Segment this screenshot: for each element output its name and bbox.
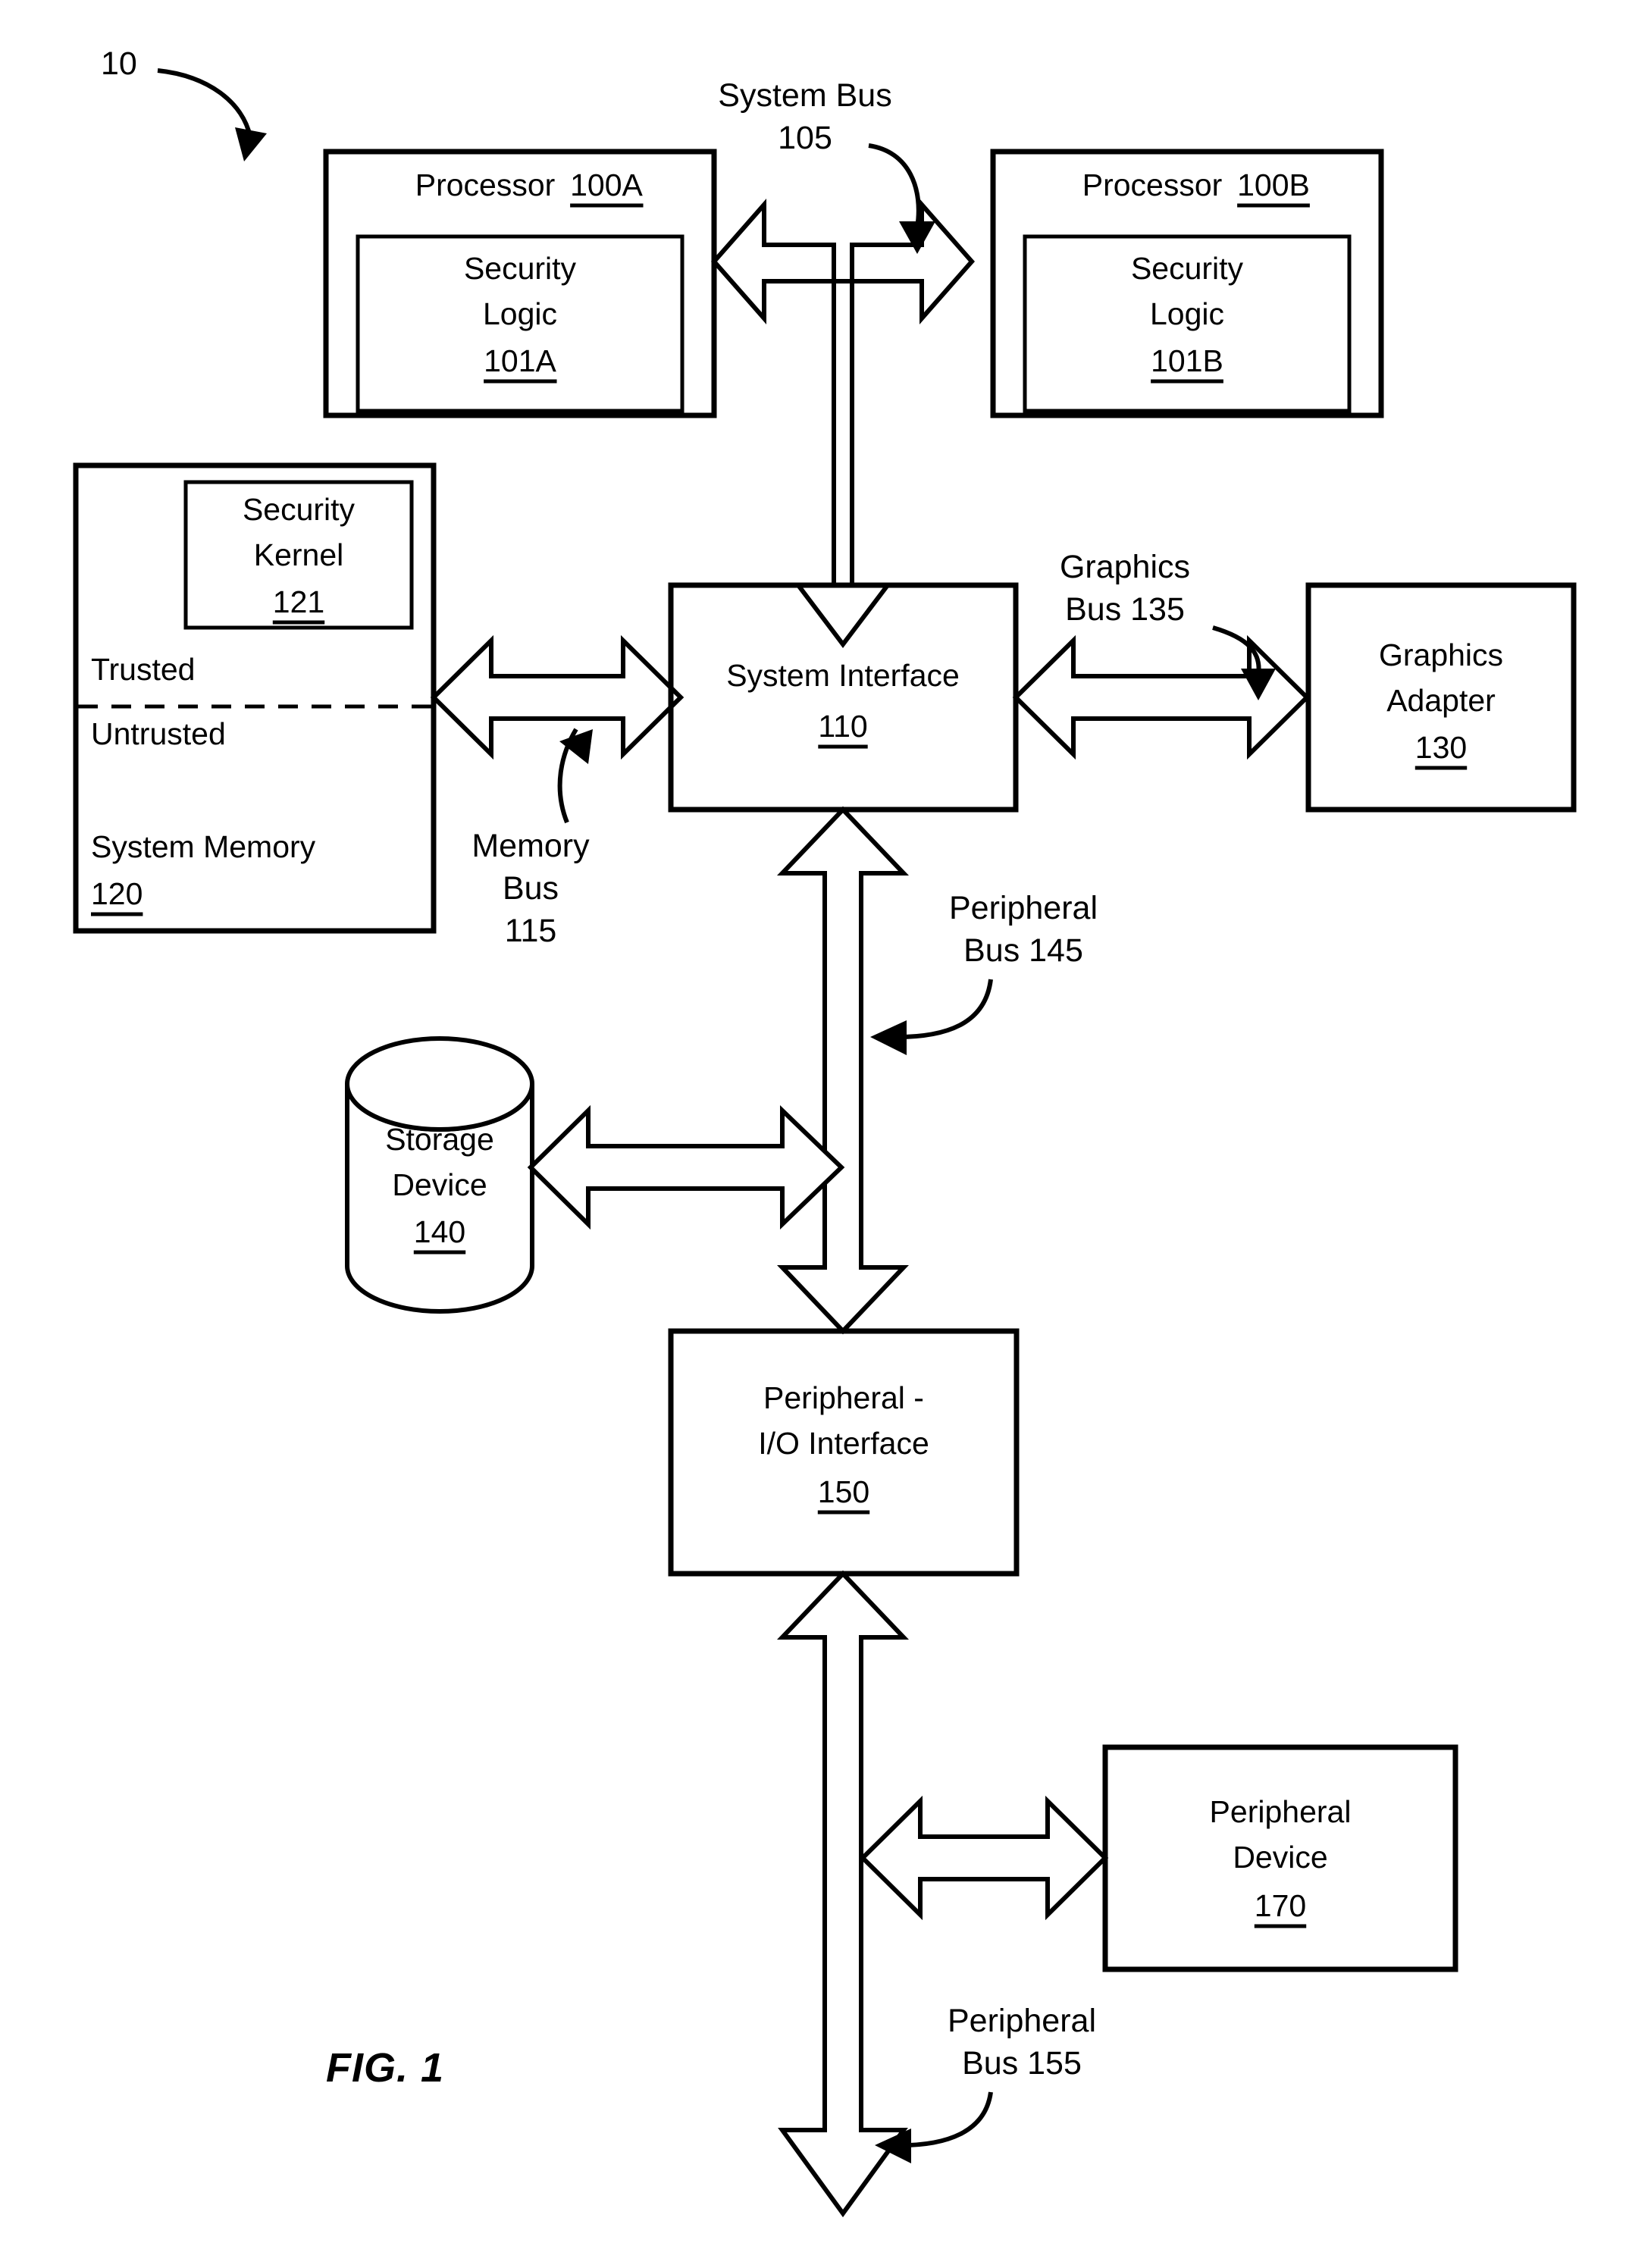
- peripheral-bus-145-label-line2: Bus 145: [963, 932, 1083, 969]
- peripheral-device-line1: Peripheral: [1210, 1794, 1352, 1829]
- processor-a-title: Processor: [415, 168, 556, 202]
- processor-b-inner-line1: Security: [1131, 251, 1244, 286]
- storage-bus-arrow: [527, 1104, 845, 1230]
- graphics-bus-label-line2: Bus 135: [1065, 591, 1185, 628]
- graphics-adapter-line1: Graphics: [1379, 637, 1503, 672]
- memory-bus-leader: [557, 728, 593, 824]
- system-bus-leader: [868, 143, 935, 254]
- memory-bus-arrow: [430, 634, 685, 760]
- peripheral-device-bus-arrow: [859, 1795, 1109, 1921]
- peripheral-bus-145-arrow: [777, 806, 909, 1335]
- figure-caption: FIG. 1: [326, 2045, 444, 2091]
- untrusted-label: Untrusted: [91, 716, 226, 751]
- system-memory-title: System Memory: [91, 829, 316, 864]
- memory-bus-label-line1: Memory: [471, 828, 590, 864]
- security-kernel-line2: Kernel: [254, 537, 344, 572]
- security-kernel-line1: Security: [243, 492, 356, 527]
- peripheral-io-line2: I/O Interface: [758, 1426, 929, 1461]
- graphics-adapter-line2: Adapter: [1386, 683, 1496, 718]
- peripheral-bus-145-leader: [870, 979, 993, 1055]
- system-memory-ref: 120: [91, 876, 143, 911]
- processor-b-title: Processor: [1082, 168, 1223, 202]
- processor-b-ref: 100B: [1237, 168, 1310, 202]
- peripheral-bus-155-label-line1: Peripheral: [948, 2003, 1096, 2039]
- system-ref-label: 10: [101, 45, 137, 82]
- graphics-adapter-ref: 130: [1415, 730, 1467, 765]
- peripheral-io-ref: 150: [818, 1474, 869, 1509]
- memory-bus-label-line2: Bus: [503, 870, 559, 907]
- system-interface-ref: 110: [818, 709, 867, 744]
- peripheral-device-ref: 170: [1255, 1888, 1306, 1923]
- processor-a-inner-line2: Logic: [483, 296, 557, 331]
- system-interface-title: System Interface: [726, 658, 960, 693]
- figure-canvas: 10 Processor 100A Security Logic 101A Pr…: [73, 45, 1577, 2218]
- system-bus-label-line2: 105: [778, 120, 832, 156]
- storage-device-ref: 140: [414, 1214, 465, 1249]
- processor-a-inner-ref: 101A: [484, 343, 556, 378]
- patent-figure-1: 10 Processor 100A Security Logic 101A Pr…: [0, 0, 1651, 2268]
- processor-b-inner-ref: 101B: [1151, 343, 1223, 378]
- graphics-bus-label-line1: Graphics: [1060, 549, 1190, 585]
- graphics-bus-arrow: [1012, 634, 1311, 760]
- storage-device-line2: Device: [392, 1167, 487, 1202]
- storage-device-line1: Storage: [385, 1122, 494, 1157]
- peripheral-bus-155-label-line2: Bus 155: [962, 2045, 1082, 2082]
- memory-bus-label-line3: 115: [505, 913, 557, 949]
- peripheral-bus-145-label-line1: Peripheral: [949, 890, 1098, 926]
- peripheral-bus-155-arrow: [777, 1570, 909, 2218]
- peripheral-io-line1: Peripheral -: [763, 1380, 924, 1415]
- system-bus-label-line1: System Bus: [718, 77, 891, 114]
- system-bus-arrow: [711, 199, 975, 648]
- peripheral-device-line2: Device: [1233, 1840, 1327, 1875]
- system-ref-leader: [157, 68, 267, 161]
- processor-a-ref: 100A: [570, 168, 643, 202]
- trusted-label: Trusted: [91, 652, 195, 687]
- processor-b-inner-line2: Logic: [1150, 296, 1224, 331]
- processor-a-inner-line1: Security: [464, 251, 577, 286]
- security-kernel-ref: 121: [273, 584, 324, 619]
